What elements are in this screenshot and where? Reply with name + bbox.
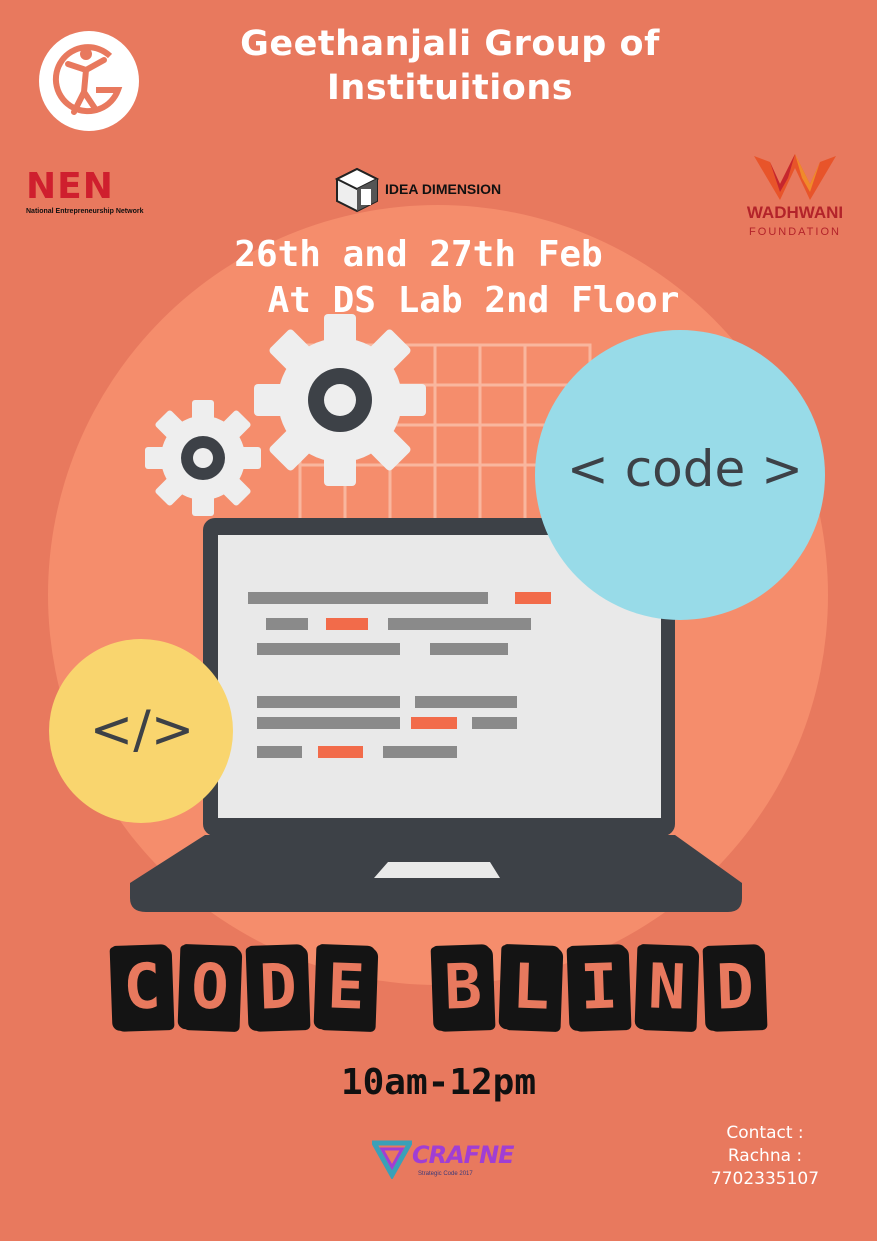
event-name-letter: D (247, 944, 309, 1030)
idea-dimension-text: IDEA DIMENSION (385, 181, 502, 197)
event-name-letter: C (111, 944, 173, 1030)
event-time: 10am-12pm (340, 1062, 537, 1103)
event-name-letter: E (315, 944, 377, 1030)
event-name-letter: O (179, 944, 241, 1030)
event-date: 26th and 27th Feb (234, 234, 603, 275)
crafne-text: CRAFNE (412, 1141, 515, 1169)
crafne-subtitle: Strategic Code 2017 (418, 1171, 473, 1177)
title-line-1: Geethanjali Group of (240, 24, 660, 64)
event-name-word-1: CODE (108, 944, 380, 1030)
event-name-word-2: BLIND (429, 944, 769, 1030)
event-name-letter: N (636, 944, 698, 1030)
title-line-2: Instituitions (326, 68, 574, 108)
nen-logo-letters: NEN (26, 166, 114, 207)
contact-name: Rachna : (727, 1146, 803, 1166)
nen-logo: NEN National Entrepreneurship Network (26, 166, 143, 222)
nen-logo-subtitle: National Entrepreneurship Network (26, 208, 144, 215)
event-name-letter: I (568, 944, 630, 1030)
wadhwani-w-icon (754, 154, 836, 200)
cube-icon (334, 167, 380, 213)
coding-illustration (49, 314, 825, 912)
event-name-letter: D (704, 944, 766, 1030)
event-name-letter: L (500, 944, 562, 1030)
crafne-logo: CRAFNE Strategic Code 2017 (372, 1135, 515, 1185)
wadhwani-name: WADHWANI (746, 203, 844, 222)
contact-label: Contact : (726, 1123, 804, 1143)
triangle-icon (372, 1140, 412, 1179)
event-name-letter: B (432, 944, 494, 1030)
geethanjali-logo (39, 31, 139, 131)
event-name: CODE BLIND (0, 944, 877, 1030)
small-gear-icon (145, 400, 261, 516)
tag-bubble-text: </> (89, 700, 195, 760)
idea-dimension-logo: IDEA DIMENSION (333, 165, 543, 215)
large-gear-icon (254, 314, 426, 486)
institution-title: Geethanjali Group of Instituitions (180, 22, 720, 110)
contact-info: Contact : Rachna : 7702335107 (690, 1122, 840, 1191)
code-bubble-text: < code > (566, 440, 804, 498)
contact-phone: 7702335107 (710, 1169, 820, 1189)
